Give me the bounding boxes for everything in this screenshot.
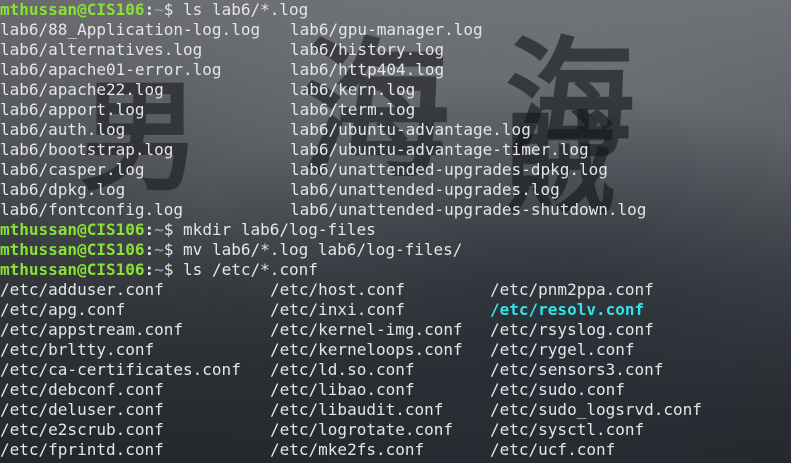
listing-entry: /etc/fprintd.conf [0,440,164,459]
prompt-path: ~ [154,260,164,279]
command-text: ls /etc/*.conf [183,260,318,279]
prompt-separator: : [144,260,155,279]
listing-entry: /etc/libao.conf [270,380,415,399]
listing-entry: lab6/unattended-upgrades-dpkg.log [290,160,608,179]
listing-entry: lab6/apache01-error.log [0,60,222,79]
prompt-path: ~ [154,0,164,19]
listing-entry: /etc/ld.so.conf [270,360,415,379]
listing-row: lab6/88_Application-log.log lab6/gpu-mana… [0,20,483,40]
listing-entry: lab6/http404.log [290,60,445,79]
prompt-symbol: $ [163,260,184,279]
listing-row: lab6/apport.log lab6/term.log [0,100,462,120]
listing-row: lab6/dpkg.log lab6/unattended-upgrades.lo… [0,180,560,200]
terminal-output[interactable]: mthussan@CIS106:~$ ls lab6/*.log lab6/88_… [0,0,702,460]
listing-entry: /etc/adduser.conf [0,280,164,299]
listing-entry: lab6/kern.log [290,80,416,99]
listing-entry: lab6/term.log [290,100,416,119]
prompt-path: ~ [154,220,164,239]
listing-entry: lab6/unattended-upgrades.log [290,180,560,199]
listing-entry: /etc/rsyslog.conf [490,320,654,339]
listing-row: lab6/bootstrap.log lab6/ubuntu-advantage-… [0,140,589,160]
listing-entry: lab6/fontconfig.log [0,200,184,219]
listing-entry: /etc/deluser.conf [0,400,164,419]
listing-entry: lab6/alternatives.log [0,40,203,59]
listing-entry: /etc/resolv.conf [490,300,645,319]
listing-entry: lab6/auth.log [0,120,126,139]
prompt-line: mthussan@CIS106:~$ mv lab6/*.log lab6/lo… [0,240,462,260]
listing-row: lab6/auth.log lab6/ubuntu-advantage.log [0,120,531,140]
listing-entry: lab6/unattended-upgrades-shutdown.log [290,200,647,219]
listing-entry: /etc/mke2fs.conf [270,440,425,459]
listing-entry: /etc/ucf.conf [490,440,616,459]
listing-entry: /etc/appstream.conf [0,320,184,339]
listing-entry: /etc/debconf.conf [0,380,164,399]
listing-entry: lab6/apache22.log [0,80,164,99]
listing-entry: lab6/ubuntu-advantage-timer.log [290,140,589,159]
listing-entry: lab6/history.log [290,40,445,59]
listing-row: /etc/brltty.conf/etc/kerneloops.conf/etc… [0,340,635,360]
listing-row: lab6/apache01-error.log lab6/http404.log [0,60,462,80]
listing-entry: lab6/casper.log [0,160,145,179]
listing-entry: lab6/dpkg.log [0,180,126,199]
command-text: ls lab6/*.log [183,0,309,19]
command-text: mkdir lab6/log-files [183,220,376,239]
listing-entry: /etc/inxi.conf [270,300,405,319]
prompt-symbol: $ [163,240,184,259]
listing-entry: /etc/e2scrub.conf [0,420,164,439]
listing-entry: /etc/libaudit.conf [270,400,444,419]
listing-row: /etc/appstream.conf/etc/kernel-img.conf /… [0,320,654,340]
prompt-line: mthussan@CIS106:~$ ls lab6/*.log [0,0,462,20]
prompt-path: ~ [154,240,164,259]
listing-row: /etc/fprintd.conf/etc/mke2fs.conf/etc/uc… [0,440,615,460]
prompt-separator: : [144,240,155,259]
listing-entry: /etc/sudo_logsrvd.conf [490,400,702,419]
prompt-symbol: $ [163,220,184,239]
listing-row: lab6/casper.log lab6/unattended-upgrades-… [0,160,608,180]
listing-entry: lab6/gpu-manager.log [290,20,483,39]
terminal-window[interactable]: 海 海 賊 男 mthussan@CIS106:~$ ls lab6/*.log… [0,0,791,463]
listing-entry: /etc/pnm2ppa.conf [490,280,654,299]
listing-entry: lab6/ubuntu-advantage.log [290,120,531,139]
prompt-symbol: $ [163,0,184,19]
listing-row: /etc/e2scrub.conf/etc/logrotate.conf/etc… [0,420,644,440]
prompt-user-host: mthussan@CIS106 [0,0,145,19]
prompt-separator: : [144,220,155,239]
command-text: mv lab6/*.log lab6/log-files/ [183,240,463,259]
listing-row: /etc/deluser.conf/etc/libaudit.conf/etc/… [0,400,702,420]
prompt-user-host: mthussan@CIS106 [0,260,145,279]
listing-row: lab6/apache22.log lab6/kern.log [0,80,462,100]
listing-entry: lab6/88_Application-log.log [0,20,261,39]
listing-row: /etc/apg.conf/etc/inxi.conf/etc/resolv.c… [0,300,644,320]
listing-entry: /etc/sysctl.conf [490,420,645,439]
listing-entry: /etc/sudo.conf [490,380,625,399]
listing-row: lab6/alternatives.log lab6/history.log [0,40,462,60]
listing-entry: /etc/rygel.conf [490,340,635,359]
listing-entry: /etc/ca-certificates.conf [0,360,241,379]
prompt-line: mthussan@CIS106:~$ mkdir lab6/log-files [0,220,462,240]
listing-entry: /etc/sensors3.conf [490,360,664,379]
prompt-separator: : [144,0,155,19]
listing-entry: /etc/kernel-img.conf [270,320,463,339]
prompt-user-host: mthussan@CIS106 [0,240,145,259]
listing-row: /etc/ca-certificates.conf/etc/ld.so.conf… [0,360,663,380]
listing-entry: lab6/bootstrap.log [0,140,174,159]
prompt-user-host: mthussan@CIS106 [0,220,145,239]
prompt-line: mthussan@CIS106:~$ ls /etc/*.conf [0,260,462,280]
listing-entry: /etc/logrotate.conf [270,420,454,439]
listing-entry: /etc/apg.conf [0,300,126,319]
listing-row: /etc/adduser.conf/etc/host.conf/etc/pnm2… [0,280,654,300]
listing-entry: /etc/kerneloops.conf [270,340,463,359]
listing-entry: /etc/brltty.conf [0,340,155,359]
listing-entry: /etc/host.conf [270,280,405,299]
listing-row: lab6/fontconfig.log lab6/unattended-upgra… [0,200,646,220]
listing-entry: lab6/apport.log [0,100,145,119]
listing-row: /etc/debconf.conf/etc/libao.conf/etc/sud… [0,380,625,400]
